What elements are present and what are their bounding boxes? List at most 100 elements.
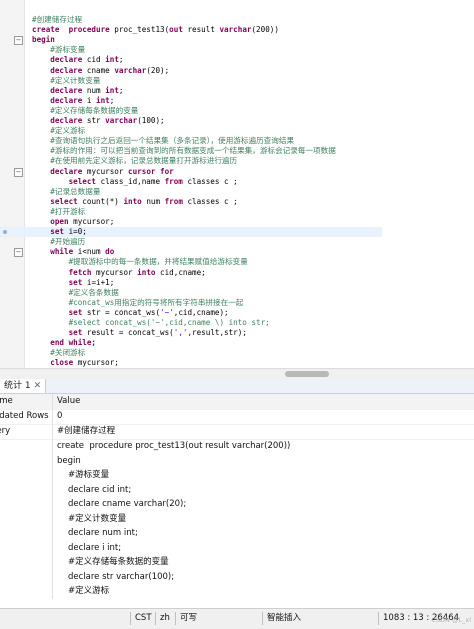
query-line: declare cname varchar(20); xyxy=(0,497,474,512)
code-line[interactable]: #记录总数据量 xyxy=(0,187,100,197)
code-token: declare xyxy=(32,167,87,176)
code-token: num xyxy=(146,197,165,206)
code-token: select xyxy=(32,197,83,206)
column-divider xyxy=(52,468,53,483)
code-line[interactable]: declare num int; xyxy=(0,86,123,96)
code-line[interactable]: declare cname varchar(20); xyxy=(0,66,169,76)
grid-header-row: ame Value xyxy=(0,394,474,410)
code-token: into xyxy=(123,197,147,206)
code-line[interactable]: #查询语句执行之后返回一个结果集（多条记录），使用游标遍历查询结果 xyxy=(0,136,294,146)
horizontal-scrollbar[interactable] xyxy=(0,368,474,379)
row-name: odated Rows xyxy=(0,411,49,421)
code-token: ; xyxy=(118,86,124,95)
code-token: close xyxy=(32,358,78,367)
code-line[interactable]: select class_id,name from classes c ; xyxy=(0,177,238,187)
code-token: ,result,str); xyxy=(187,328,247,337)
code-token: mycursor; xyxy=(73,217,115,226)
code-line[interactable]: end while; xyxy=(0,338,96,348)
query-line-text: create procedure proc_test13(out result … xyxy=(57,441,291,451)
code-line[interactable]: set result = concat_ws(',',result,str); xyxy=(0,328,247,338)
code-token: fetch xyxy=(32,268,97,277)
code-line[interactable]: #创建储存过程 xyxy=(0,15,82,25)
code-line[interactable]: set i=i+1; xyxy=(0,278,115,288)
status-bar: CST zh 可写 智能插入 1083 : 13 : 26464 CSDN @L… xyxy=(0,608,474,629)
code-line[interactable]: #定义各条数据 xyxy=(0,288,119,298)
query-line: declare num int; xyxy=(0,526,474,541)
code-token: #在使用前先定义游标，记录总数据量打开游标进行遍历 xyxy=(32,156,238,165)
column-divider xyxy=(52,394,53,409)
column-divider xyxy=(52,526,53,541)
column-divider xyxy=(52,483,53,498)
code-line[interactable]: #提取游标中的每一条数据，并将结果赋值给游标变量 xyxy=(0,257,248,267)
code-line[interactable]: #游标的作用：可以把当前查询到的所有数据变成一个结果集，游标会记录每一项数据 xyxy=(0,146,336,156)
code-token: mycursor xyxy=(96,268,138,277)
query-line-text: begin xyxy=(57,456,81,466)
code-token: num xyxy=(86,86,106,95)
code-token: while xyxy=(32,247,78,256)
code-line[interactable]: set i=0; xyxy=(0,227,382,237)
query-line: declare cid int; xyxy=(0,483,474,498)
code-token: select xyxy=(32,177,101,186)
code-line[interactable]: close mycursor; xyxy=(0,358,119,368)
code-line[interactable]: declare cid int; xyxy=(0,55,123,65)
code-line[interactable]: fetch mycursor into cid,cname; xyxy=(0,268,206,278)
query-line-text: declare cid int; xyxy=(68,485,132,495)
code-line[interactable]: set str = concat_ws('~',cid,cname); xyxy=(0,308,229,318)
fold-toggle-icon[interactable]: − xyxy=(14,36,23,45)
code-line[interactable]: #开始遍历 xyxy=(0,237,85,247)
code-token: begin xyxy=(32,35,55,44)
code-line[interactable]: select count(*) into num from classes c … xyxy=(0,197,238,207)
column-divider xyxy=(52,424,53,439)
code-token: out xyxy=(169,25,183,34)
result-grid: ame Value odated Rows 0 iery #创建储存过程 cre… xyxy=(0,394,474,608)
fold-toggle-icon[interactable]: − xyxy=(14,248,23,257)
code-token: (200)) xyxy=(251,25,279,34)
code-token: #打开游标 xyxy=(32,207,86,216)
column-header-value: Value xyxy=(57,396,81,406)
scrollbar-thumb[interactable] xyxy=(285,371,329,377)
code-token: '~' xyxy=(160,308,174,317)
code-line[interactable]: begin xyxy=(0,35,55,45)
code-token: i=0; xyxy=(68,227,87,236)
code-line[interactable]: #concat_ws用指定的符号将所有字符串拼接在一起 xyxy=(0,298,244,308)
sql-editor[interactable]: #创建储存过程 create procedure proc_test13(out … xyxy=(0,0,474,368)
code-line[interactable]: #在使用前先定义游标，记录总数据量打开游标进行遍历 xyxy=(0,156,237,166)
code-token: classes c ; xyxy=(187,197,238,206)
column-header-name: ame xyxy=(0,396,13,406)
close-icon[interactable]: ✕ xyxy=(34,381,42,391)
code-line[interactable]: #游标变量 xyxy=(0,45,85,55)
fold-toggle-icon[interactable]: − xyxy=(14,168,23,177)
query-line-text: #定义计数变量 xyxy=(68,514,127,524)
code-line[interactable]: open mycursor; xyxy=(0,217,114,227)
table-row[interactable]: odated Rows 0 xyxy=(0,409,474,425)
code-line[interactable]: declare mycursor cursor for xyxy=(0,167,173,177)
code-token: result xyxy=(182,25,220,34)
code-token: ; xyxy=(109,96,115,105)
column-divider xyxy=(52,439,53,454)
code-token: varchar xyxy=(219,25,252,34)
code-line[interactable]: create procedure proc_test13(out result … xyxy=(0,25,279,35)
code-line[interactable]: declare i int; xyxy=(0,96,114,106)
code-token: str = concat_ws( xyxy=(86,308,161,317)
query-line-text: declare i int; xyxy=(68,543,122,553)
result-tab-bar: 统计 1 ✕ xyxy=(0,379,474,394)
code-line[interactable]: #定义存储每条数据的变量 xyxy=(0,106,138,116)
code-token: #定义各条数据 xyxy=(32,288,119,297)
tab-statistics-1[interactable]: 统计 1 ✕ xyxy=(0,379,47,393)
code-line[interactable]: #定义计数变量 xyxy=(0,76,100,86)
code-line[interactable]: #关闭游标 xyxy=(0,348,85,358)
code-line[interactable]: #打开游标 xyxy=(0,207,85,217)
code-token: declare xyxy=(32,96,87,105)
code-line[interactable]: #定义游标 xyxy=(0,126,85,136)
code-token: from xyxy=(164,177,188,186)
table-row[interactable]: iery #创建储存过程 xyxy=(0,424,474,440)
code-token: declare xyxy=(32,66,87,75)
code-token: declare xyxy=(32,55,87,64)
code-token: #游标的作用：可以把当前查询到的所有数据变成一个结果集，游标会记录每一项数据 xyxy=(32,146,336,155)
status-language: zh xyxy=(155,612,170,625)
query-line-text: declare num int; xyxy=(68,528,138,538)
code-token: #开始遍历 xyxy=(32,237,86,246)
code-line[interactable]: declare str varchar(100); xyxy=(0,116,164,126)
code-line[interactable]: #select concat_ws('~',cid,cname \) into … xyxy=(0,318,270,328)
code-token: mycursor; xyxy=(77,358,119,367)
